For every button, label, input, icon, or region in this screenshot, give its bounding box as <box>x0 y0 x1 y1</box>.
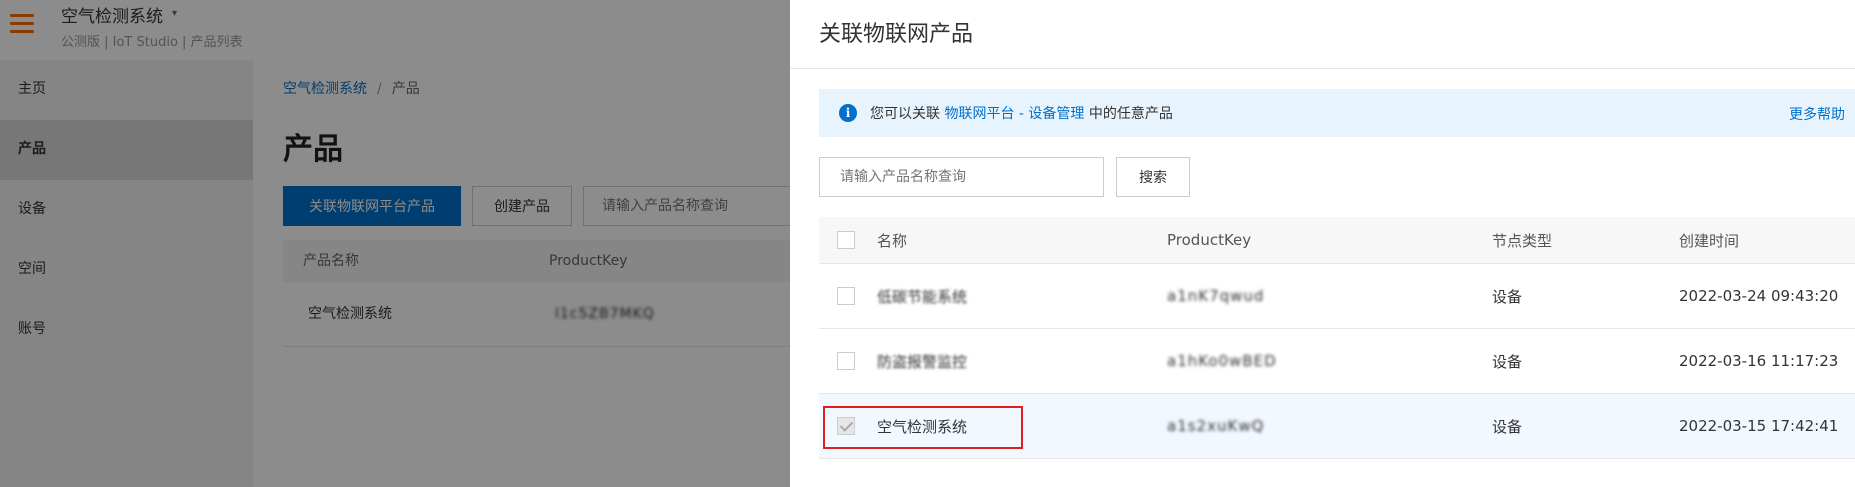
link-product-drawer: 关联物联网产品 i 您可以关联 物联网平台 - 设备管理 中的任意产品 更多帮助… <box>790 0 1855 487</box>
modal-backdrop[interactable] <box>0 0 790 487</box>
drawer-header: 关联物联网产品 <box>790 0 1855 69</box>
select-all-cell <box>837 217 855 263</box>
drawer-search-input[interactable] <box>819 157 1104 197</box>
product-name-cell: 空气检测系统 <box>877 418 968 436</box>
product-key-cell: a1nK7qwud <box>1167 287 1265 305</box>
table-header: 名称 ProductKey 节点类型 创建时间 <box>819 217 1855 264</box>
row-checkbox[interactable] <box>837 352 855 370</box>
notice-suffix: 中的任意产品 <box>1088 106 1173 122</box>
node-type-cell: 设备 <box>1492 417 1523 436</box>
product-name-cell: 防盗报警监控 <box>877 353 968 371</box>
node-type-cell: 设备 <box>1492 287 1523 306</box>
row-checkbox-checked[interactable] <box>837 417 855 435</box>
iot-product-table: 名称 ProductKey 节点类型 创建时间 低碳节能系统 a1nK7qwud… <box>819 217 1855 459</box>
row-check-cell <box>837 394 855 458</box>
header-node-type: 节点类型 <box>1492 231 1553 250</box>
created-time-cell: 2022-03-15 17:42:41 <box>1679 417 1839 435</box>
row-check-cell <box>837 264 855 328</box>
table-row-selected[interactable]: 空气检测系统 a1s2xuKwQ 设备 2022-03-15 17:42:41 <box>819 394 1855 459</box>
info-notice: i 您可以关联 物联网平台 - 设备管理 中的任意产品 更多帮助 <box>819 89 1855 137</box>
created-time-cell: 2022-03-16 11:17:23 <box>1679 352 1839 370</box>
table-row[interactable]: 低碳节能系统 a1nK7qwud 设备 2022-03-24 09:43:20 <box>819 264 1855 329</box>
background-app: 空气检测系统 ▾ 公测版 | IoT Studio | 产品列表 主页 产品 设… <box>0 0 790 487</box>
search-button[interactable]: 搜索 <box>1116 157 1190 197</box>
product-key-cell: a1hKo0wBED <box>1167 352 1277 370</box>
more-help-link[interactable]: 更多帮助 <box>1789 104 1845 124</box>
product-name-cell: 低碳节能系统 <box>877 288 968 306</box>
select-all-checkbox[interactable] <box>837 231 855 249</box>
notice-prefix: 您可以关联 <box>870 106 940 122</box>
header-product-key: ProductKey <box>1167 231 1252 249</box>
header-name: 名称 <box>877 231 908 250</box>
table-row[interactable]: 防盗报警监控 a1hKo0wBED 设备 2022-03-16 11:17:23 <box>819 329 1855 394</box>
row-checkbox[interactable] <box>837 287 855 305</box>
row-check-cell <box>837 329 855 393</box>
notice-text: 您可以关联 物联网平台 - 设备管理 中的任意产品 <box>870 103 1173 123</box>
drawer-title: 关联物联网产品 <box>819 22 974 47</box>
iot-platform-link[interactable]: 物联网平台 - 设备管理 <box>944 106 1084 122</box>
created-time-cell: 2022-03-24 09:43:20 <box>1679 287 1839 305</box>
node-type-cell: 设备 <box>1492 352 1523 371</box>
header-created-time: 创建时间 <box>1679 231 1740 250</box>
product-key-cell: a1s2xuKwQ <box>1167 417 1265 435</box>
info-icon: i <box>839 104 857 122</box>
